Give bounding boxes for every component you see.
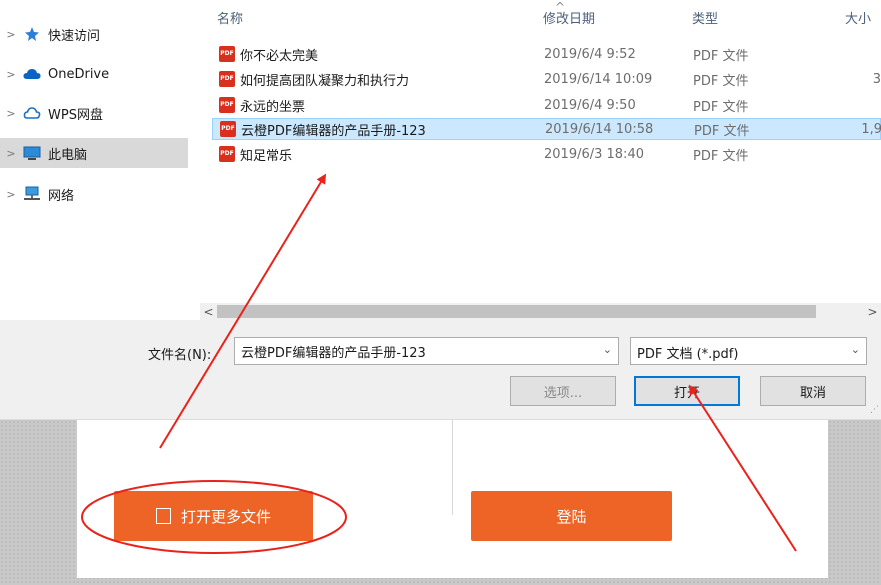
- nav-item-quick-access[interactable]: > 快速访问: [0, 19, 188, 49]
- nav-item-label: WPS网盘: [48, 107, 103, 123]
- login-button[interactable]: 登陆: [471, 491, 672, 541]
- chevron-right-icon[interactable]: >: [0, 107, 22, 120]
- column-header-size[interactable]: 大小: [845, 8, 871, 27]
- scroll-left-icon[interactable]: <: [200, 303, 217, 320]
- file-date: 2019/6/3 18:40: [544, 146, 644, 162]
- chevron-right-icon[interactable]: >: [0, 147, 22, 160]
- scrollbar-thumb[interactable]: [217, 305, 816, 318]
- file-row[interactable]: PDF 你不必太完美 2019/6/4 9:52 PDF 文件: [212, 43, 881, 65]
- horizontal-scrollbar[interactable]: < >: [200, 303, 881, 320]
- cancel-button[interactable]: 取消: [760, 376, 866, 406]
- filename-combobox[interactable]: ⌄: [234, 337, 619, 365]
- file-size: 1,9: [861, 121, 881, 137]
- cloud-icon: [22, 68, 42, 80]
- column-header-name[interactable]: 名称: [217, 8, 243, 27]
- file-date: 2019/6/14 10:58: [545, 121, 654, 137]
- nav-item-label: 网络: [48, 188, 75, 204]
- file-list: ^ 名称 修改日期 类型 大小 PDF 你不必太完美 2019/6/4 9:52 …: [200, 0, 881, 305]
- dialog-footer: 文件名(N): ⌄ PDF 文档 (*.pdf) ⌄ 选项... 打开 取消 ⋰: [0, 320, 881, 420]
- file-type: PDF 文件: [693, 99, 749, 115]
- open-more-files-button[interactable]: 打开更多文件: [114, 491, 313, 541]
- chevron-right-icon[interactable]: >: [0, 68, 22, 81]
- file-date: 2019/6/4 9:52: [544, 46, 636, 62]
- nav-item-network[interactable]: > 网络: [0, 179, 188, 209]
- nav-item-wps-cloud[interactable]: > WPS网盘: [0, 98, 188, 128]
- app-card: 打开更多文件 登陆: [77, 420, 828, 578]
- chevron-right-icon[interactable]: >: [0, 188, 22, 201]
- file-date: 2019/6/4 9:50: [544, 97, 636, 113]
- nav-item-label: 快速访问: [48, 28, 101, 44]
- pdf-file-icon: PDF: [220, 121, 236, 137]
- filename-input[interactable]: [241, 338, 591, 364]
- file-name: 如何提高团队凝聚力和执行力: [240, 73, 410, 89]
- file-row[interactable]: PDF 如何提高团队凝聚力和执行力 2019/6/14 10:09 PDF 文件 …: [212, 68, 881, 90]
- pin-icon: [22, 26, 42, 42]
- chevron-right-icon[interactable]: >: [0, 28, 22, 41]
- resize-grip-icon[interactable]: ⋰: [870, 405, 879, 415]
- file-type: PDF 文件: [693, 48, 749, 64]
- file-type: PDF 文件: [693, 73, 749, 89]
- background-app: 打开更多文件 登陆: [0, 420, 881, 585]
- pdf-file-icon: PDF: [219, 146, 235, 162]
- filename-label: 文件名(N):: [148, 348, 212, 363]
- file-row-selected[interactable]: PDF 云橙PDF编辑器的产品手册-123 2019/6/14 10:58 PDF…: [212, 118, 881, 140]
- file-name: 知足常乐: [240, 148, 293, 164]
- nav-item-label: OneDrive: [48, 66, 110, 82]
- file-row[interactable]: PDF 知足常乐 2019/6/3 18:40 PDF 文件: [212, 143, 881, 165]
- open-more-label: 打开更多文件: [180, 507, 271, 526]
- options-button[interactable]: 选项...: [510, 376, 616, 406]
- file-type: PDF 文件: [694, 123, 750, 139]
- pdf-file-icon: PDF: [219, 46, 235, 62]
- nav-item-label: 此电脑: [48, 147, 88, 163]
- chevron-down-icon[interactable]: ⌄: [851, 343, 860, 356]
- column-header-type[interactable]: 类型: [692, 8, 718, 27]
- nav-item-onedrive[interactable]: > OneDrive: [0, 59, 188, 89]
- document-icon: [155, 508, 171, 524]
- wps-cloud-icon: [22, 106, 42, 120]
- scroll-right-icon[interactable]: >: [864, 303, 881, 320]
- navigation-pane: > 快速访问 > OneDrive > WPS网盘 > 此电脑 > 网络: [0, 0, 200, 320]
- column-header-date[interactable]: 修改日期: [543, 8, 595, 27]
- computer-icon: [22, 145, 42, 161]
- pdf-file-icon: PDF: [219, 97, 235, 113]
- open-button[interactable]: 打开: [634, 376, 740, 406]
- pdf-file-icon: PDF: [219, 71, 235, 87]
- chevron-down-icon[interactable]: ⌄: [603, 343, 612, 356]
- file-size: 3: [872, 71, 881, 87]
- nav-item-this-pc[interactable]: > 此电脑: [0, 138, 188, 168]
- file-date: 2019/6/14 10:09: [544, 71, 653, 87]
- file-type: PDF 文件: [693, 148, 749, 164]
- file-name: 永远的坐票: [240, 99, 306, 115]
- file-row[interactable]: PDF 永远的坐票 2019/6/4 9:50 PDF 文件: [212, 94, 881, 116]
- open-file-dialog: > 快速访问 > OneDrive > WPS网盘 > 此电脑 > 网络 ^ 名…: [0, 0, 881, 420]
- file-name: 云橙PDF编辑器的产品手册-123: [241, 123, 426, 139]
- filetype-value: PDF 文档 (*.pdf): [637, 347, 739, 362]
- network-icon: [22, 186, 42, 202]
- filetype-select[interactable]: PDF 文档 (*.pdf) ⌄: [630, 337, 867, 365]
- file-name: 你不必太完美: [240, 48, 319, 64]
- card-divider: [452, 420, 453, 515]
